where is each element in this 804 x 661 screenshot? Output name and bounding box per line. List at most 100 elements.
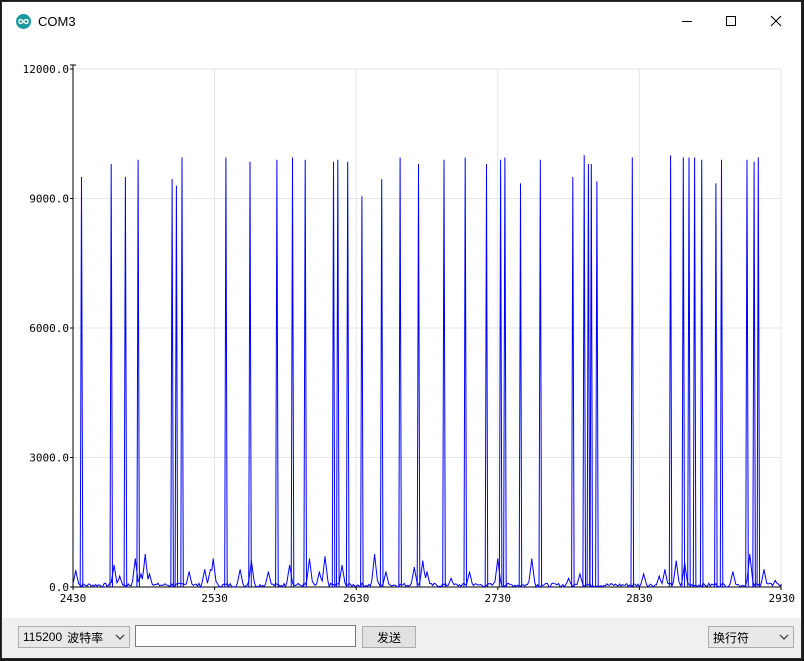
series-spike: [331, 161, 336, 588]
series-spike: [503, 157, 507, 588]
series-baseline-line: [72, 554, 782, 589]
series-small-peak: [643, 573, 645, 575]
series-spike: [79, 176, 84, 588]
arduino-infinity-icon: [16, 14, 31, 29]
series-spike: [174, 185, 179, 588]
series-spike: [398, 157, 402, 588]
series-spike: [123, 176, 128, 588]
series-small-peak: [749, 554, 751, 556]
series-small-peak: [450, 577, 452, 579]
series-spike: [630, 157, 635, 588]
series-small-peak: [289, 564, 291, 567]
series-small-peak: [763, 569, 765, 571]
series-spike: [681, 157, 686, 588]
series-spike: [275, 159, 279, 588]
series-small-peak: [341, 564, 343, 567]
minimize-button[interactable]: [664, 2, 710, 40]
series-small-peak: [531, 558, 533, 560]
series-spike: [692, 157, 697, 588]
series-small-peak: [134, 558, 136, 560]
series-spike: [248, 161, 252, 588]
series-small-peak: [318, 571, 320, 573]
series-small-peak: [75, 569, 77, 572]
series-small-peak: [239, 569, 241, 571]
series-spike: [595, 181, 599, 588]
close-button[interactable]: [753, 2, 799, 40]
title-bar[interactable]: COM3: [2, 2, 801, 40]
series-spike: [109, 163, 113, 588]
series-spike: [345, 161, 350, 588]
series-spike: [180, 157, 184, 588]
send-input[interactable]: [135, 625, 356, 647]
bottom-toolbar: 115200 波特率 发送 换行符: [2, 618, 801, 658]
series-spike: [484, 163, 489, 588]
series-spike: [518, 183, 523, 588]
series-small-peak: [250, 560, 253, 562]
series-spike: [589, 163, 593, 588]
x-tick-label: 2730: [485, 592, 512, 605]
series-small-peak: [209, 569, 211, 571]
window-title: COM3: [38, 14, 76, 29]
series-spike: [668, 155, 673, 588]
series-small-peak: [267, 571, 270, 573]
series-small-peak: [774, 579, 776, 582]
maximize-button[interactable]: [708, 2, 754, 40]
series-small-peak: [308, 558, 311, 560]
series-small-peak: [468, 571, 471, 573]
series-small-peak: [374, 554, 376, 556]
x-tick-label: 2430: [60, 592, 87, 605]
series-spike: [303, 159, 307, 588]
serial-plotter-window: COM3 0.0 3000.0 9000.0 12000.0 6000.0 2430 253…: [1, 1, 802, 659]
series-spike: [571, 176, 575, 588]
series-spike: [714, 183, 718, 588]
y-tick-label: 3000.0: [29, 452, 69, 465]
series-small-peak: [324, 556, 326, 558]
line-ending-select[interactable]: 换行符: [708, 626, 794, 648]
series-spike: [586, 163, 591, 588]
series-small-peak: [119, 575, 121, 577]
series-spike: [224, 157, 228, 588]
series-small-peak: [148, 573, 151, 575]
baud-rate-value: 115200: [23, 630, 63, 644]
series-small-peak: [568, 577, 570, 579]
series-small-peak: [658, 575, 660, 577]
y-tick-label: 12000.0: [23, 63, 69, 76]
x-tick-label: 2530: [201, 592, 228, 605]
line-ending-value: 换行符: [713, 630, 750, 645]
series-small-peak: [664, 569, 666, 571]
series-small-peak: [732, 571, 734, 573]
series-spike: [752, 161, 756, 588]
series-small-peak: [684, 562, 686, 564]
maximize-icon: [726, 16, 736, 26]
series-small-peak: [422, 560, 424, 562]
series-spike: [290, 157, 295, 588]
series-spike: [416, 163, 421, 588]
close-icon: [770, 15, 782, 27]
baud-rate-select[interactable]: 115200 波特率: [18, 626, 130, 648]
series-spike: [170, 179, 174, 588]
series-small-peak: [113, 564, 115, 567]
series-spike: [360, 196, 364, 588]
baud-rate-suffix: 波特率: [67, 630, 104, 645]
series-small-peak: [188, 571, 190, 573]
series-spike: [719, 159, 724, 588]
chevron-down-icon: [779, 634, 789, 640]
series-spike: [756, 157, 761, 588]
series-small-peak: [140, 573, 142, 575]
x-tick-label: 2830: [626, 592, 653, 605]
series-small-peak: [579, 573, 581, 575]
series-spike: [699, 159, 704, 588]
series-small-peak: [497, 558, 499, 560]
series-small-peak: [675, 560, 677, 562]
series-small-peak: [212, 558, 214, 560]
series-spike: [582, 155, 586, 588]
chevron-down-icon: [115, 634, 125, 640]
series-small-peak: [385, 571, 387, 573]
series-small-peak: [426, 571, 428, 573]
minimize-icon: [682, 21, 692, 22]
series-small-peak: [144, 554, 146, 556]
serial-plot: 0.0 3000.0 9000.0 12000.0 6000.0 2430 2530 2630…: [7, 52, 797, 612]
series-spike: [745, 159, 749, 588]
send-button[interactable]: 发送: [362, 626, 416, 648]
x-tick-label: 2630: [343, 592, 370, 605]
